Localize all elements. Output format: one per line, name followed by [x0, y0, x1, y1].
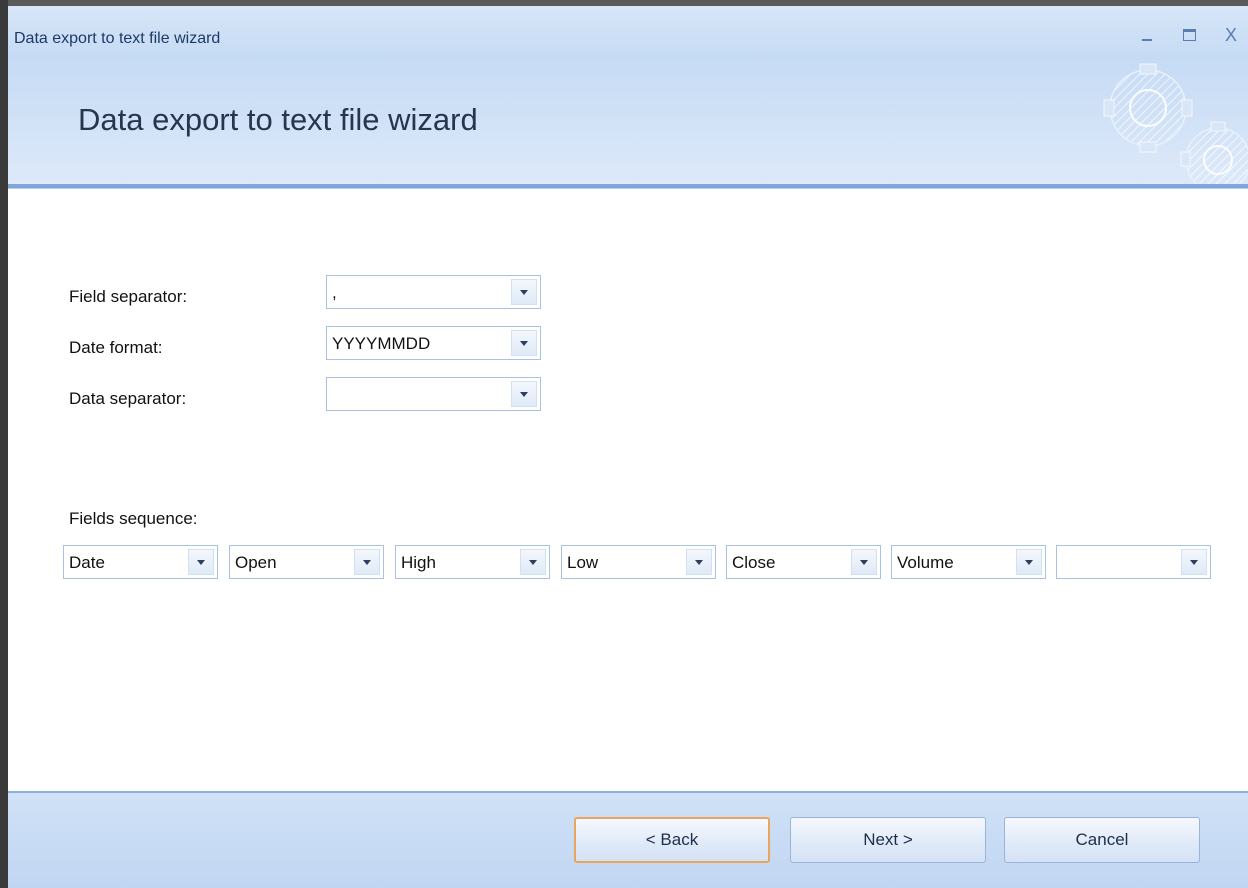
chevron-down-icon [363, 560, 371, 565]
data-separator-label: Data separator: [69, 389, 187, 408]
window-controls: X [1136, 24, 1242, 46]
field-sequence-combo-4[interactable]: Low [561, 545, 716, 579]
field-sequence-combo-3[interactable]: High [395, 545, 550, 579]
field-sequence-dropdown-button-6[interactable] [1016, 549, 1042, 575]
window-frame-left [0, 0, 8, 888]
chevron-down-icon [529, 560, 537, 565]
field-sequence-value-5: Close [732, 553, 776, 572]
date-format-value: YYYYMMDD [332, 334, 431, 353]
field-sequence-value-2: Open [235, 553, 277, 572]
maximize-button[interactable] [1178, 24, 1200, 46]
wizard-footer: < Back Next > Cancel [8, 793, 1248, 888]
page-title: Data export to text file wizard [78, 102, 478, 137]
maximize-icon [1182, 29, 1196, 41]
field-sequence-dropdown-button-4[interactable] [686, 549, 712, 575]
chevron-down-icon [1025, 560, 1033, 565]
chevron-down-icon [1190, 560, 1198, 565]
date-format-combo[interactable]: YYYYMMDD [326, 326, 541, 360]
field-sequence-combo-6[interactable]: Volume [891, 545, 1046, 579]
field-separator-value: , [332, 283, 337, 302]
field-sequence-dropdown-button-1[interactable] [188, 549, 214, 575]
wizard-window: Data export to text file wizard X Data e… [0, 0, 1248, 888]
field-sequence-value-6: Volume [897, 553, 954, 572]
field-sequence-combo-2[interactable]: Open [229, 545, 384, 579]
field-sequence-value-1: Date [69, 553, 105, 572]
field-sequence-combo-5[interactable]: Close [726, 545, 881, 579]
chevron-down-icon [520, 290, 528, 295]
gears-icon [1103, 63, 1248, 192]
fields-sequence-label: Fields sequence: [69, 509, 198, 528]
date-format-label: Date format: [69, 338, 163, 357]
field-sequence-dropdown-button-7[interactable] [1181, 549, 1207, 575]
field-separator-label: Field separator: [69, 287, 188, 306]
wizard-header: Data export to text file wizard [8, 60, 1248, 192]
field-separator-combo[interactable]: , [326, 275, 541, 309]
next-button[interactable]: Next > [790, 817, 986, 863]
close-button[interactable]: X [1220, 24, 1242, 46]
cancel-button[interactable]: Cancel [1004, 817, 1200, 863]
data-separator-combo[interactable] [326, 377, 541, 411]
close-icon: X [1224, 25, 1237, 45]
chevron-down-icon [197, 560, 205, 565]
window-title: Data export to text file wizard [14, 30, 221, 47]
field-sequence-combo-7[interactable] [1056, 545, 1211, 579]
field-sequence-dropdown-button-2[interactable] [354, 549, 380, 575]
date-format-dropdown-button[interactable] [511, 330, 537, 356]
minimize-button[interactable] [1136, 24, 1158, 46]
back-button[interactable]: < Back [574, 817, 770, 863]
field-separator-dropdown-button[interactable] [511, 279, 537, 305]
title-bar[interactable]: Data export to text file wizard X [8, 6, 1248, 60]
chevron-down-icon [520, 392, 528, 397]
field-sequence-dropdown-button-5[interactable] [851, 549, 877, 575]
minimize-icon [1142, 39, 1152, 41]
field-sequence-value-4: Low [567, 553, 599, 572]
field-sequence-value-3: High [401, 553, 436, 572]
field-sequence-combo-1[interactable]: Date [63, 545, 218, 579]
wizard-content: Field separator: , Date format: YYYYMMDD… [8, 189, 1248, 791]
chevron-down-icon [520, 341, 528, 346]
chevron-down-icon [695, 560, 703, 565]
chevron-down-icon [860, 560, 868, 565]
field-sequence-dropdown-button-3[interactable] [520, 549, 546, 575]
data-separator-dropdown-button[interactable] [511, 381, 537, 407]
